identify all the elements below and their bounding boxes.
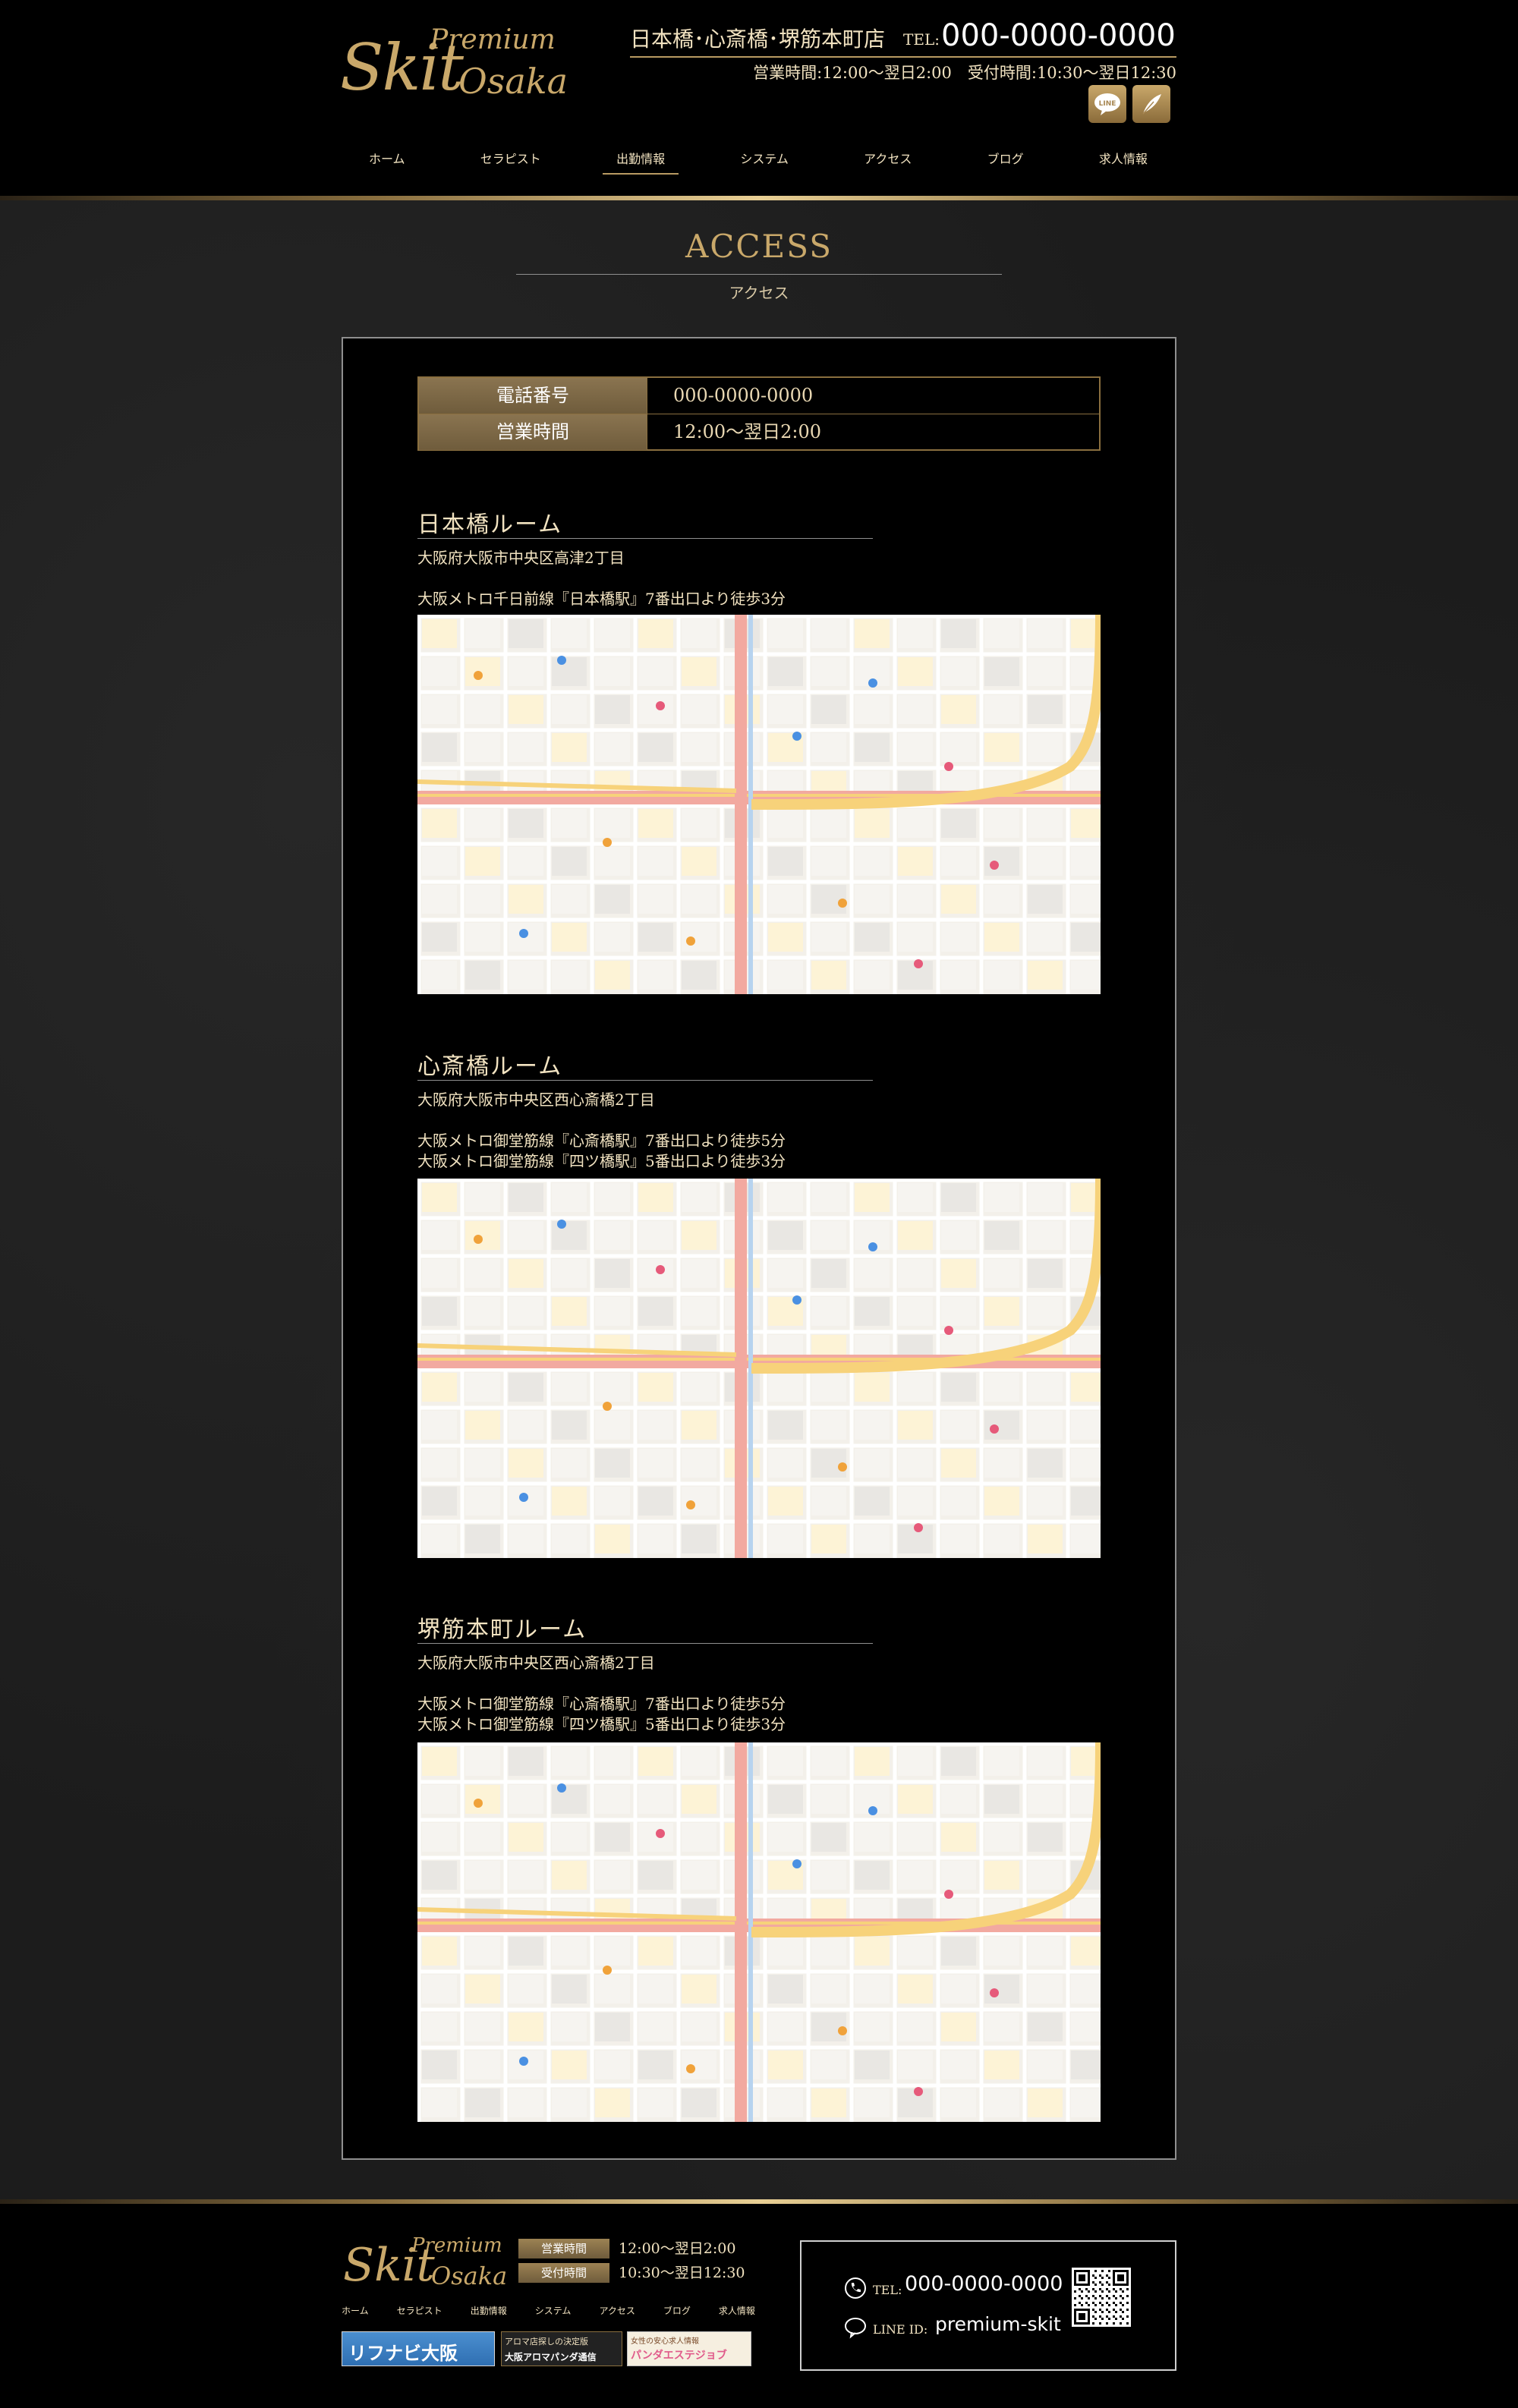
footer-line-label: LINE ID: <box>873 2322 928 2337</box>
banner-refnavi-text: リフナビ大阪 <box>348 2343 458 2364</box>
header-tel-number[interactable]: 000-0000-0000 <box>941 18 1176 53</box>
footer-line-id[interactable]: premium-skit <box>935 2313 1061 2335</box>
page-title: ACCESS <box>516 228 1002 275</box>
nav-therapist[interactable]: セラピスト <box>467 144 555 175</box>
qr-code <box>1072 2268 1131 2327</box>
nav-system[interactable]: システム <box>726 144 802 175</box>
site-footer: Skit Premium Osaka 営業時間 12:00～翌日2:00 受付時… <box>0 2204 1518 2408</box>
phone-icon <box>845 2277 866 2299</box>
footer-hours-business-label: 営業時間 <box>518 2239 609 2258</box>
info-row-hours: 営業時間 12:00～翌日2:00 <box>419 414 1099 450</box>
footer-tel-label: TEL: <box>873 2283 902 2297</box>
room-access-nihonbashi-1: 大阪メトロ千日前線『日本橋駅』7番出口より徒歩3分 <box>417 590 786 608</box>
room-title-nihonbashi: 日本橋ルーム <box>417 505 873 539</box>
shop-name: 日本橋･心斎橋･堺筋本町店 TEL: 000-0000-0000 <box>630 18 1176 58</box>
header-tel-label: TEL: <box>903 30 940 49</box>
footer-contact-box: TEL: 000-0000-0000 LINE ID: premium-skit <box>800 2240 1176 2371</box>
nav-access[interactable]: アクセス <box>850 144 925 175</box>
footer-logo[interactable]: Skit Premium Osaka <box>343 2234 510 2295</box>
footer-tel-number[interactable]: 000-0000-0000 <box>905 2272 1063 2296</box>
room-title-sakaisuji: 堺筋本町ルーム <box>417 1610 873 1644</box>
map-graphic <box>417 1742 1101 2122</box>
banner-panda-esthe-job[interactable]: 女性の安心求人情報 パンダエステジョブ <box>627 2331 751 2366</box>
blog-feather-icon[interactable] <box>1132 85 1170 123</box>
banner-refnavi[interactable]: リフナビ大阪 <box>342 2331 495 2366</box>
room-access-shinsaibashi-1: 大阪メトロ御堂筋線『心斎橋駅』7番出口より徒歩5分 <box>417 1132 786 1150</box>
map-nihonbashi[interactable] <box>417 615 1101 994</box>
room-access-sakaisuji-2: 大阪メトロ御堂筋線『四ツ橋駅』5番出口より徒歩3分 <box>417 1715 786 1733</box>
footer-hours-business-value: 12:00～翌日2:00 <box>619 2240 736 2257</box>
qr-code-graphic <box>1074 2270 1129 2325</box>
footer-nav-blog[interactable]: ブログ <box>663 2304 691 2317</box>
info-value-phone[interactable]: 000-0000-0000 <box>647 378 1099 414</box>
info-row-phone: 電話番号 000-0000-0000 <box>419 378 1099 414</box>
info-label-hours: 営業時間 <box>419 414 647 450</box>
nav-blog[interactable]: ブログ <box>974 144 1038 175</box>
page-subtitle: アクセス <box>729 284 789 302</box>
map-sakaisuji[interactable] <box>417 1742 1101 2122</box>
line-icon-text: LINE <box>1099 100 1116 108</box>
shop-name-text: 日本橋･心斎橋･堺筋本町店 <box>630 27 886 52</box>
map-graphic <box>417 615 1101 994</box>
room-address-nihonbashi: 大阪府大阪市中央区高津2丁目 <box>417 549 625 567</box>
banner-aroma-panda-line1: アロマ店探しの決定版 <box>505 2337 588 2347</box>
room-access-shinsaibashi-2: 大阪メトロ御堂筋線『四ツ橋駅』5番出口より徒歩3分 <box>417 1152 786 1170</box>
logo-premium: Premium <box>430 24 556 55</box>
info-label-phone: 電話番号 <box>419 378 647 414</box>
room-title-shinsaibashi: 心斎橋ルーム <box>417 1047 873 1081</box>
nav-recruit[interactable]: 求人情報 <box>1085 144 1161 175</box>
main-nav: ホーム セラピスト 出勤情報 システム アクセス ブログ 求人情報 <box>355 144 1161 175</box>
header-hours: 営業時間:12:00～翌日2:00 受付時間:10:30～翌日12:30 <box>753 64 1176 82</box>
room-address-shinsaibashi: 大阪府大阪市中央区西心斎橋2丁目 <box>417 1091 655 1109</box>
footer-hours-reception: 受付時間 10:30～翌日12:30 <box>518 2263 761 2283</box>
site-header: Skit Premium Osaka 日本橋･心斎橋･堺筋本町店 TEL: 00… <box>0 0 1518 196</box>
footer-nav-schedule[interactable]: 出勤情報 <box>471 2304 507 2317</box>
footer-nav-home[interactable]: ホーム <box>342 2304 369 2317</box>
banner-panda-esthe-job-line1: 女性の安心求人情報 <box>631 2337 699 2346</box>
site-logo[interactable]: Skit Premium Osaka <box>340 21 568 105</box>
footer-hours-reception-value: 10:30～翌日12:30 <box>619 2265 745 2281</box>
info-table: 電話番号 000-0000-0000 営業時間 12:00～翌日2:00 <box>417 376 1101 451</box>
banner-panda-esthe-job-line2: パンダエステジョブ <box>631 2350 727 2362</box>
room-access-sakaisuji-1: 大阪メトロ御堂筋線『心斎橋駅』7番出口より徒歩5分 <box>417 1695 786 1713</box>
footer-logo-premium: Premium <box>411 2234 502 2257</box>
map-graphic <box>417 1179 1101 1558</box>
banner-aroma-panda[interactable]: アロマ店探しの決定版 大阪アロマパンダ通信 <box>501 2331 622 2366</box>
footer-nav: ホーム セラピスト 出勤情報 システム アクセス ブログ 求人情報 <box>342 2304 755 2317</box>
banner-aroma-panda-line2: 大阪アロマパンダ通信 <box>505 2352 597 2362</box>
line-icon[interactable]: LINE <box>1088 85 1126 123</box>
footer-nav-therapist[interactable]: セラピスト <box>397 2304 442 2317</box>
room-address-sakaisuji: 大阪府大阪市中央区西心斎橋2丁目 <box>417 1654 655 1672</box>
footer-hours-reception-label: 受付時間 <box>518 2263 609 2283</box>
footer-nav-system[interactable]: システム <box>535 2304 572 2317</box>
footer-nav-recruit[interactable]: 求人情報 <box>719 2304 755 2317</box>
nav-home[interactable]: ホーム <box>355 144 419 175</box>
info-value-hours: 12:00～翌日2:00 <box>647 414 1099 450</box>
line-chat-icon <box>845 2318 866 2339</box>
footer-hours-business: 営業時間 12:00～翌日2:00 <box>518 2239 761 2258</box>
nav-schedule[interactable]: 出勤情報 <box>603 144 679 175</box>
footer-nav-access[interactable]: アクセス <box>599 2304 635 2317</box>
logo-osaka: Osaka <box>458 61 568 102</box>
map-shinsaibashi[interactable] <box>417 1179 1101 1558</box>
footer-logo-osaka: Osaka <box>431 2262 508 2290</box>
